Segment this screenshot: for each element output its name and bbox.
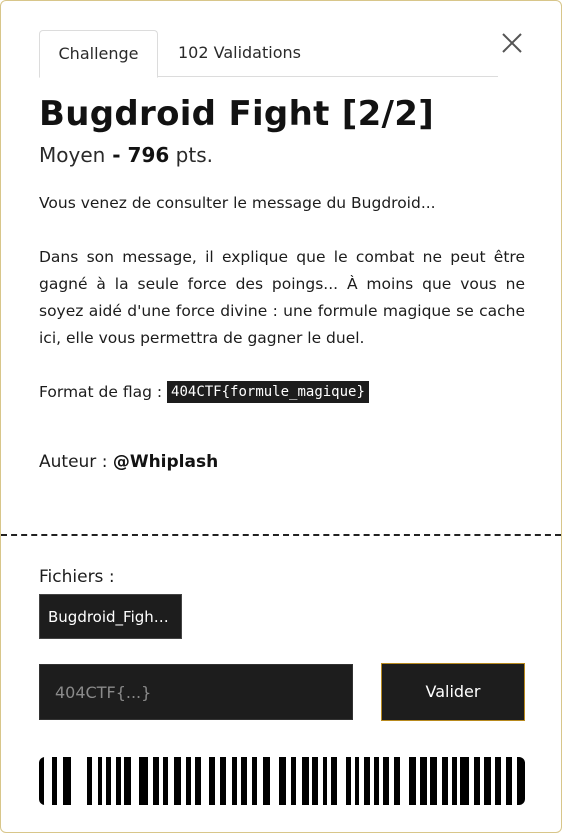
dashed-divider	[1, 534, 561, 536]
challenge-description: Vous venez de consulter le message du Bu…	[39, 190, 525, 433]
barcode-gap	[71, 757, 87, 805]
barcode-gap	[427, 757, 430, 805]
barcode-gap	[159, 757, 163, 805]
barcode-gap	[457, 757, 460, 805]
points-unit: pts.	[169, 143, 213, 167]
barcode-gap	[102, 757, 106, 805]
barcode-gap	[57, 757, 63, 805]
tab-validations[interactable]: 102 Validations	[178, 30, 301, 76]
author-line: Auteur : @Whiplash	[39, 452, 218, 472]
author-name[interactable]: @Whiplash	[113, 452, 218, 472]
barcode-gap	[327, 757, 331, 805]
barcode-gap	[257, 757, 263, 805]
flag-input[interactable]	[39, 664, 353, 720]
files-label: Fichiers :	[39, 567, 115, 587]
challenge-title: Bugdroid Fight [2/2]	[39, 94, 435, 134]
barcode-gap	[168, 757, 174, 805]
barcode-gap	[491, 757, 495, 805]
barcode-gap	[92, 757, 98, 805]
barcode-gap	[111, 757, 116, 805]
barcode-gap	[121, 757, 124, 805]
barcode-gap	[148, 757, 153, 805]
barcode-gap	[318, 757, 323, 805]
tab-bar: Challenge 102 Validations	[39, 30, 498, 78]
author-label: Auteur :	[39, 452, 113, 472]
challenge-modal: Challenge 102 Validations Bugdroid Fight…	[0, 0, 562, 833]
barcode-gap	[400, 757, 409, 805]
description-paragraph-2: Dans son message, il explique que le com…	[39, 248, 525, 347]
barcode-gap	[351, 757, 355, 805]
barcode-gap	[389, 757, 394, 805]
barcode-gap	[501, 757, 506, 805]
barcode-gap	[469, 757, 474, 805]
barcode-decoration	[39, 757, 525, 805]
barcode-gap	[286, 757, 291, 805]
barcode-gap	[437, 757, 442, 805]
barcode-gap	[359, 757, 364, 805]
barcode-gap	[370, 757, 374, 805]
barcode-gap	[512, 757, 517, 805]
barcode-gap	[226, 757, 232, 805]
barcode-gap	[237, 757, 241, 805]
barcode-gap	[480, 757, 484, 805]
barcode-gap	[379, 757, 383, 805]
flag-format-line: Format de flag : 404CTF{formule_magique}	[39, 379, 525, 406]
barcode-gap	[337, 757, 346, 805]
description-paragraph-1: Vous venez de consulter le message du Bu…	[39, 194, 436, 212]
barcode-gap	[191, 757, 195, 805]
barcode-gap	[270, 757, 279, 805]
barcode-gap	[131, 757, 139, 805]
tab-challenge[interactable]: Challenge	[39, 30, 158, 78]
barcode-gap	[296, 757, 302, 805]
close-icon[interactable]	[500, 31, 524, 55]
barcode-gap	[181, 757, 186, 805]
flag-format-code: 404CTF{formule_magique}	[167, 381, 369, 403]
difficulty-label: Moyen	[39, 143, 106, 167]
difficulty-separator: -	[105, 143, 128, 167]
barcode-gap	[44, 757, 52, 805]
difficulty-line: Moyen - 796 pts.	[39, 143, 213, 167]
flag-format-label: Format de flag :	[39, 383, 168, 401]
barcode-gap	[201, 757, 209, 805]
barcode-gap	[448, 757, 452, 805]
barcode-gap	[416, 757, 420, 805]
barcode-gap	[215, 757, 220, 805]
barcode-gap	[247, 757, 252, 805]
submit-button[interactable]: Valider	[381, 663, 525, 721]
file-download-button[interactable]: Bugdroid_Fight...	[39, 594, 182, 639]
barcode-gap	[309, 757, 312, 805]
points-value: 796	[127, 143, 170, 167]
